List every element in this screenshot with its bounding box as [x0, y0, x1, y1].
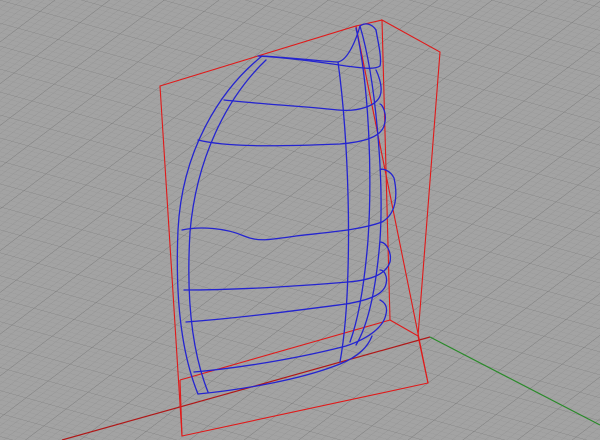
viewport-canvas[interactable] — [0, 0, 600, 440]
3d-viewport[interactable] — [0, 0, 600, 440]
